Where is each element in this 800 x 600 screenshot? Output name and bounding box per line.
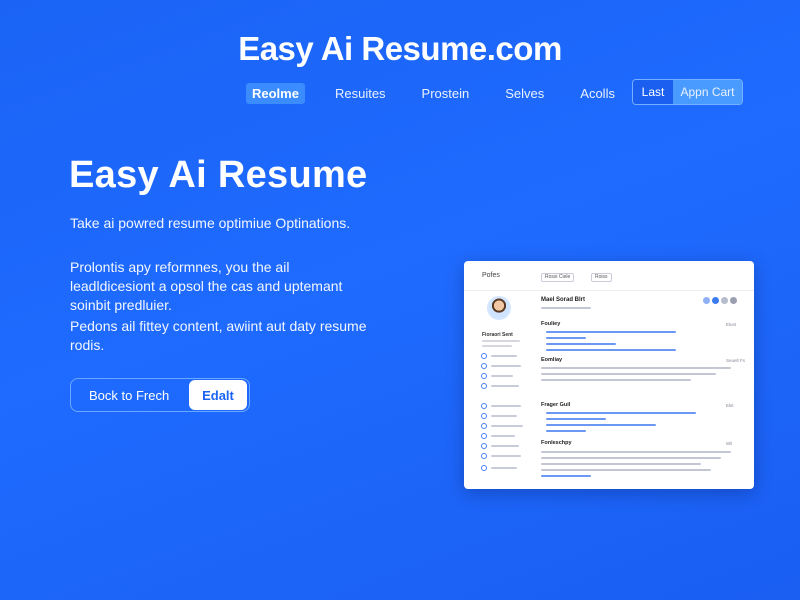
skill-icon bbox=[481, 413, 487, 419]
avatar bbox=[487, 296, 511, 320]
section-text-line bbox=[541, 469, 711, 471]
main-text-line bbox=[541, 307, 591, 309]
side-contact-item bbox=[481, 373, 513, 379]
hero-description: Prolontis apy reformnes, you the ail lea… bbox=[70, 259, 343, 313]
preview-side-name: Fioraori Sent bbox=[482, 332, 513, 338]
section-text-line bbox=[541, 367, 731, 369]
section-text-line bbox=[546, 349, 676, 351]
preview-name: Mael Sorad Blrt bbox=[541, 297, 586, 303]
side-contact-item bbox=[481, 353, 517, 359]
side-contact-item bbox=[481, 363, 521, 369]
side-skill-item bbox=[481, 433, 515, 439]
social-icon[interactable] bbox=[730, 297, 737, 304]
site-title: Easy Ai Resume.com bbox=[238, 30, 562, 67]
nav-item-resuites[interactable]: Resuites bbox=[329, 83, 392, 104]
back-to-fresh-button[interactable]: Bock to Frech bbox=[71, 388, 189, 403]
last-button[interactable]: Last bbox=[633, 80, 673, 104]
phone-icon bbox=[481, 353, 487, 359]
link-icon bbox=[481, 383, 487, 389]
skill-icon bbox=[481, 403, 487, 409]
section-text-line bbox=[546, 343, 616, 345]
nav-item-acolls[interactable]: Acolls bbox=[574, 83, 621, 104]
nav-actions: Last Appn Cart bbox=[632, 79, 743, 105]
section-title: Fonleschpy bbox=[541, 440, 572, 446]
main-nav: Reolme Resuites Prostein Selves Acolls bbox=[246, 82, 645, 104]
social-icon[interactable] bbox=[703, 297, 710, 304]
cart-button[interactable]: Appn Cart bbox=[673, 80, 742, 104]
side-skill-item bbox=[481, 413, 517, 419]
side-text-line bbox=[482, 340, 520, 342]
hero-tagline: Take ai powred resume optimiue Optinatio… bbox=[70, 215, 351, 231]
section-text-line bbox=[546, 424, 656, 426]
section-text-line bbox=[541, 463, 701, 465]
side-skill-item bbox=[481, 403, 521, 409]
section-text-line bbox=[546, 430, 586, 432]
section-text-line bbox=[541, 457, 721, 459]
section-meta: Ekit bbox=[726, 403, 734, 408]
skill-icon bbox=[481, 453, 487, 459]
resume-preview-card: Pofes Rossi Ciele Roiss Fioraori Sent Ma… bbox=[464, 261, 754, 489]
section-meta: Elust bbox=[726, 322, 737, 327]
section-text-line bbox=[546, 418, 606, 420]
preview-brand: Pofes bbox=[482, 272, 500, 279]
nav-item-selves[interactable]: Selves bbox=[499, 83, 550, 104]
side-skill-item bbox=[481, 443, 519, 449]
social-icon[interactable] bbox=[721, 297, 728, 304]
section-title: Eomliay bbox=[541, 357, 563, 363]
social-icon[interactable] bbox=[712, 297, 719, 304]
side-skill-item bbox=[481, 465, 517, 471]
edit-button[interactable]: Edalt bbox=[189, 380, 247, 410]
location-icon bbox=[481, 373, 487, 379]
nav-item-prostein[interactable]: Prostein bbox=[416, 83, 476, 104]
section-text-line bbox=[546, 412, 696, 414]
section-text-line bbox=[546, 331, 676, 333]
skill-icon bbox=[481, 433, 487, 439]
side-contact-item bbox=[481, 383, 519, 389]
nav-item-reolme[interactable]: Reolme bbox=[246, 82, 305, 104]
section-meta: Wil bbox=[726, 441, 733, 446]
section-meta: Seuelt Fs bbox=[726, 358, 746, 363]
side-text-line bbox=[482, 345, 512, 347]
preview-tab-1[interactable]: Rossi Ciele bbox=[541, 273, 575, 282]
skill-icon bbox=[481, 423, 487, 429]
skill-icon bbox=[481, 443, 487, 449]
skill-icon bbox=[481, 465, 487, 471]
mail-icon bbox=[481, 363, 487, 369]
section-text-line bbox=[541, 475, 591, 477]
side-skill-item bbox=[481, 453, 521, 459]
side-skill-item bbox=[481, 423, 523, 429]
hero-cta-group: Bock to Frech Edalt bbox=[70, 378, 250, 412]
section-text-line bbox=[541, 451, 731, 453]
hero-title: Easy Ai Resume bbox=[69, 154, 368, 196]
section-title: Fouliey bbox=[541, 321, 561, 327]
section-text-line bbox=[546, 337, 586, 339]
section-text-line bbox=[541, 373, 716, 375]
section-title: Frager Guil bbox=[541, 402, 571, 408]
section-text-line bbox=[541, 379, 691, 381]
preview-tab-2[interactable]: Roiss bbox=[591, 273, 612, 282]
hero-subtext: Pedons ail fittey content, awiint aut da… bbox=[70, 318, 367, 353]
